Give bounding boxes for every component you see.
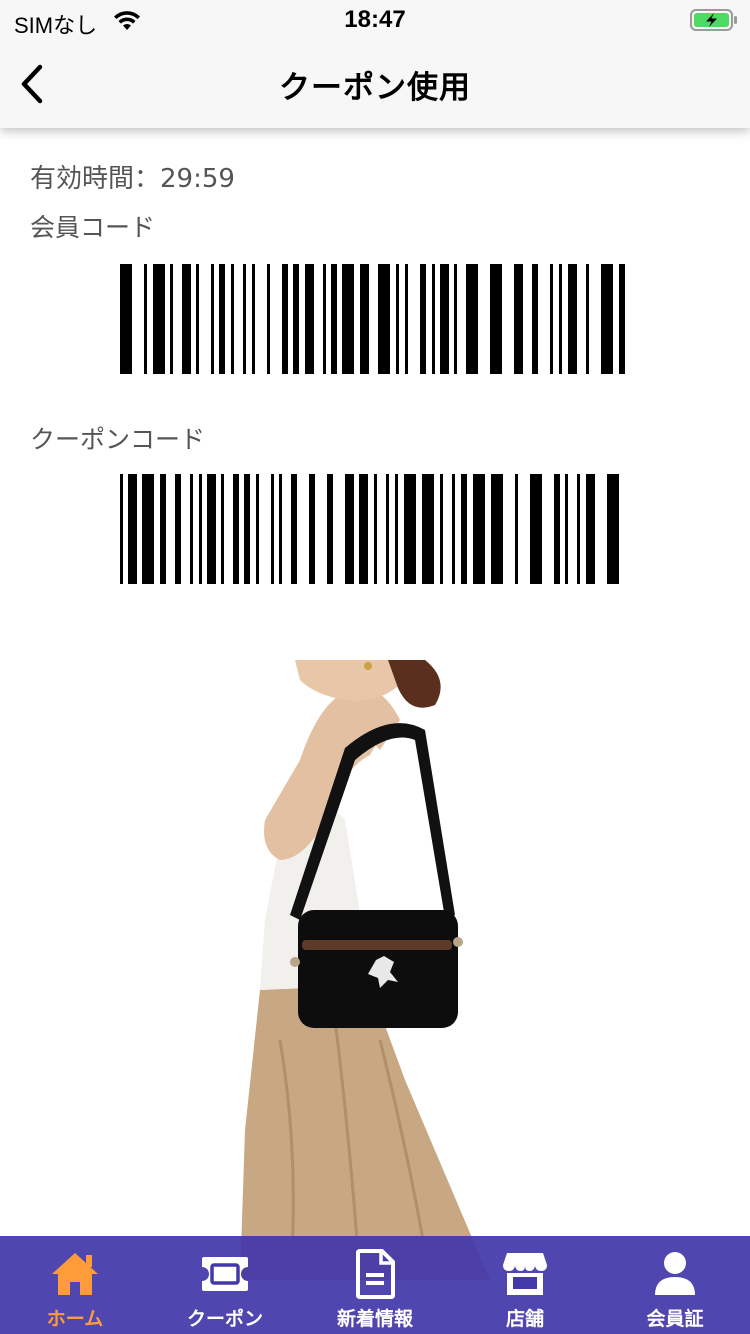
barcode-bar bbox=[279, 474, 282, 584]
barcode-bar bbox=[360, 264, 369, 374]
person-icon bbox=[655, 1252, 695, 1295]
barcode-bar bbox=[568, 264, 577, 374]
barcode-bar bbox=[256, 474, 259, 584]
barcode-bar bbox=[282, 264, 288, 374]
barcode-bar bbox=[120, 264, 132, 374]
barcode-bar bbox=[267, 264, 270, 374]
top-bar: SIMなし 18:47 クーポン使用 bbox=[0, 0, 750, 128]
barcode-bar bbox=[454, 264, 457, 374]
barcode-bar bbox=[323, 264, 326, 374]
barcode-bar bbox=[175, 474, 181, 584]
tab-store-label: 店舗 bbox=[505, 1308, 544, 1330]
tab-news-label: 新着情報 bbox=[336, 1308, 413, 1330]
member-barcode bbox=[120, 264, 625, 374]
barcode-bar bbox=[395, 474, 398, 584]
barcode-bar bbox=[231, 264, 234, 374]
barcode-bar bbox=[170, 264, 173, 374]
barcode-bar bbox=[452, 474, 455, 584]
barcode-bar bbox=[305, 264, 314, 374]
barcode-bar bbox=[342, 264, 354, 374]
coupon-code-label: クーポンコード bbox=[30, 425, 206, 454]
barcode-bar bbox=[554, 474, 560, 584]
tab-member-card-label: 会員証 bbox=[646, 1308, 704, 1330]
barcode-bar bbox=[345, 474, 354, 584]
barcode-bar bbox=[420, 264, 426, 374]
barcode-bar bbox=[378, 264, 390, 374]
barcode-bar bbox=[461, 474, 467, 584]
barcode-bar bbox=[565, 474, 568, 584]
barcode-bar bbox=[473, 474, 485, 584]
barcode-bar bbox=[243, 264, 246, 374]
coupon-barcode bbox=[120, 474, 619, 584]
barcode-bar bbox=[182, 264, 191, 374]
barcode-bar bbox=[291, 474, 297, 584]
barcode-bar bbox=[221, 474, 224, 584]
barcode-bar bbox=[331, 264, 337, 374]
document-icon bbox=[356, 1249, 395, 1299]
barcode-bar bbox=[514, 264, 523, 374]
barcode-bar bbox=[153, 264, 165, 374]
expiry-timer: 有効時間：29:59 bbox=[30, 164, 235, 194]
tab-member-card[interactable]: 会員証 bbox=[600, 1236, 750, 1334]
barcode-bar bbox=[199, 474, 202, 584]
barcode-bar bbox=[515, 474, 518, 584]
tab-coupon[interactable]: クーポン bbox=[150, 1236, 300, 1334]
barcode-bar bbox=[396, 264, 399, 374]
barcode-bar bbox=[359, 474, 368, 584]
barcode-bar bbox=[619, 264, 625, 374]
barcode-bar bbox=[327, 474, 333, 584]
barcode-bar bbox=[207, 474, 216, 584]
status-time: 18:47 bbox=[344, 6, 406, 33]
barcode-bar bbox=[142, 474, 154, 584]
barcode-bar bbox=[586, 264, 589, 374]
barcode-bar bbox=[120, 474, 123, 584]
barcode-bar bbox=[128, 474, 137, 584]
barcode-bar bbox=[196, 264, 199, 374]
barcode-bar bbox=[607, 474, 619, 584]
page-title: クーポン使用 bbox=[279, 70, 471, 106]
product-photo bbox=[240, 660, 490, 1280]
barcode-bar bbox=[577, 474, 580, 584]
barcode-bar bbox=[601, 264, 613, 374]
home-icon bbox=[52, 1253, 98, 1295]
barcode-bar bbox=[405, 264, 408, 374]
barcode-bar bbox=[559, 264, 562, 374]
barcode-bar bbox=[374, 474, 377, 584]
barcode-bar bbox=[252, 264, 255, 374]
barcode-bar bbox=[550, 264, 553, 374]
barcode-bar bbox=[160, 474, 166, 584]
barcode-bar bbox=[219, 264, 225, 374]
barcode-bar bbox=[530, 474, 542, 584]
battery-charging-icon bbox=[690, 9, 737, 31]
barcode-bar bbox=[432, 264, 435, 374]
barcode-bar bbox=[532, 264, 538, 374]
barcode-bar bbox=[190, 474, 193, 584]
barcode-bar bbox=[211, 264, 214, 374]
tab-coupon-label: クーポン bbox=[186, 1308, 263, 1330]
barcode-bar bbox=[293, 264, 299, 374]
barcode-bar bbox=[271, 474, 274, 584]
tab-home[interactable]: ホーム bbox=[0, 1236, 150, 1334]
barcode-bar bbox=[490, 264, 502, 374]
barcode-bar bbox=[144, 264, 147, 374]
barcode-bar bbox=[386, 474, 389, 584]
tab-news[interactable]: 新着情報 bbox=[300, 1236, 450, 1334]
barcode-bar bbox=[233, 474, 239, 584]
barcode-bar bbox=[586, 474, 595, 584]
ticket-icon bbox=[202, 1257, 248, 1291]
tab-bar: ホーム クーポン 新着情報 店舗 会員証 bbox=[0, 1236, 750, 1334]
tab-home-label: ホーム bbox=[46, 1308, 104, 1330]
barcode-bar bbox=[244, 474, 250, 584]
member-code-label: 会員コード bbox=[30, 213, 156, 242]
barcode-bar bbox=[440, 264, 449, 374]
barcode-bar bbox=[422, 474, 434, 584]
barcode-bar bbox=[440, 474, 443, 584]
barcode-bar bbox=[404, 474, 416, 584]
barcode-bar bbox=[491, 474, 503, 584]
tab-store[interactable]: 店舗 bbox=[450, 1236, 600, 1334]
store-icon bbox=[503, 1253, 547, 1295]
barcode-bar bbox=[309, 474, 315, 584]
barcode-bar bbox=[466, 264, 478, 374]
